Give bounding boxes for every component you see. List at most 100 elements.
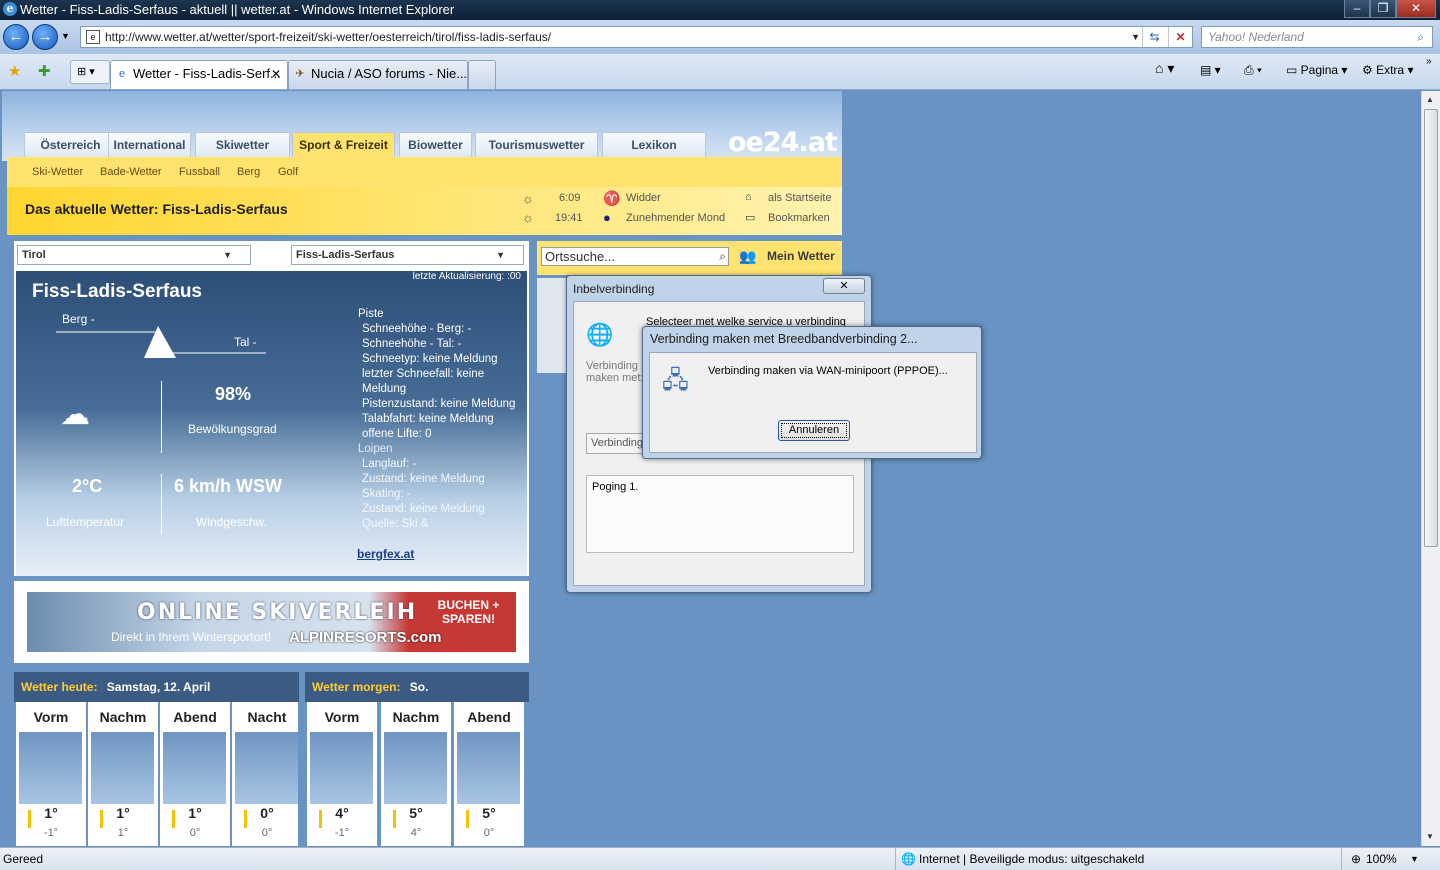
side-teaser-image[interactable] <box>537 278 567 373</box>
ad-banner[interactable]: ONLINE SKIVERLEIH Direkt in Ihrem Winter… <box>27 592 516 652</box>
favorites-star-icon[interactable]: ★ <box>8 62 21 80</box>
navigation-bar: ← → ▼ e http://www.wetter.at/wetter/spor… <box>0 20 1440 54</box>
moon-night-icon <box>457 732 520 804</box>
print-icon[interactable]: ⎙ ▾ <box>1244 63 1262 78</box>
refresh-icon[interactable]: ⇆ <box>1142 27 1166 47</box>
tomorrow-label: Wetter morgen: <box>312 680 401 694</box>
scroll-up-icon[interactable]: ▲ <box>1426 95 1434 104</box>
tab-lexikon[interactable]: Lexikon <box>602 132 706 158</box>
close-window-button[interactable]: ✕ <box>1396 0 1436 18</box>
users-icon[interactable]: 👥 <box>739 248 756 265</box>
tab-sport-freizeit[interactable]: Sport & Freizeit <box>292 132 395 159</box>
location-search-input[interactable]: Ortssuche... ⌕ <box>541 247 729 266</box>
minimize-button[interactable]: – <box>1344 0 1370 18</box>
dialog-title: Verbinding maken met Breedbandverbinding… <box>650 332 918 346</box>
bergfex-link[interactable]: bergfex.at <box>357 547 414 561</box>
moon-text: Zunehmender Mond <box>626 212 726 224</box>
region-select-value: Tirol <box>22 249 46 261</box>
new-tab-button[interactable] <box>468 60 496 89</box>
loipen-line: Langlauf: - <box>362 458 417 470</box>
bookmark-icon[interactable]: ▭ <box>745 211 755 224</box>
ad-badge: BUCHEN + SPAREN! <box>437 598 500 626</box>
subnav-fussball[interactable]: Fussball <box>179 166 220 178</box>
chevron-down-icon: ▼ <box>223 250 232 260</box>
tab-wetter[interactable]: e Wetter - Fiss-Ladis-Serf... ✕ <box>110 60 288 89</box>
zoom-icon[interactable]: ⊕ <box>1351 848 1361 870</box>
maximize-button[interactable]: ❐ <box>1370 0 1396 18</box>
my-weather-button[interactable]: Mein Wetter <box>767 249 835 263</box>
dialog-message: Verbinding maken via WAN-minipoort (PPPO… <box>708 365 948 377</box>
connection-field[interactable]: Verbinding <box>586 433 646 454</box>
more-chevron-icon[interactable]: » <box>1426 56 1432 67</box>
scroll-down-icon[interactable]: ▼ <box>1426 832 1434 841</box>
tab-biowetter[interactable]: Biowetter <box>399 132 472 158</box>
piste-line: Schneetyp: keine Meldung <box>362 353 498 365</box>
startpage-link[interactable]: als Startseite <box>768 192 832 204</box>
search-icon[interactable]: ⌕ <box>719 248 726 265</box>
dialog-title: Inbelverbinding <box>573 282 655 296</box>
sun-cloud-icon <box>310 732 373 804</box>
piste-title: Piste <box>358 308 384 320</box>
tab-skiwetter[interactable]: Skiwetter <box>195 132 290 158</box>
page-favicon-icon: e <box>86 30 100 44</box>
loipen-line: Skating: - <box>362 488 411 500</box>
search-input[interactable]: Yahoo! Nederland ⌕ <box>1201 26 1433 48</box>
forecast-high: 1° <box>44 805 58 821</box>
internet-zone-icon: 🌐 <box>901 852 916 866</box>
bookmark-link[interactable]: Bookmarken <box>768 212 830 224</box>
feeds-icon[interactable]: ▤ ▾ <box>1200 63 1221 77</box>
forecast-low: 4° <box>410 827 422 839</box>
address-dropdown-icon[interactable]: ▼ <box>1131 27 1140 47</box>
divider <box>161 474 162 534</box>
forecast-period: Vorm <box>324 709 360 725</box>
forecast-column: Nacht 0° 0° <box>232 702 298 846</box>
subnav-bade-wetter[interactable]: Bade-Wetter <box>100 166 162 178</box>
region-select[interactable]: Tirol ▼ <box>17 245 251 265</box>
subnav-berg[interactable]: Berg <box>237 166 260 178</box>
forecast-low: 1° <box>117 827 129 839</box>
add-favorite-icon[interactable]: ✚ <box>38 62 51 80</box>
tools-menu-label: Extra <box>1376 63 1405 77</box>
sun-cloud-icon <box>384 732 447 804</box>
forecast-column: Nachm 1° 1° <box>88 702 158 846</box>
sunset-time: 19:41 <box>555 212 583 224</box>
forecast-low: 0° <box>261 827 273 839</box>
home-icon[interactable]: ⌂ ▾ <box>1155 60 1174 77</box>
tab-oesterreich[interactable]: Österreich <box>24 132 117 158</box>
stop-icon[interactable]: ✕ <box>1168 27 1192 47</box>
quick-tabs-icon[interactable]: ⊞ ▾ <box>70 60 110 84</box>
zodiac-text: Widder <box>626 192 661 204</box>
tomorrow-date: So. <box>409 680 429 694</box>
site-logo[interactable]: oe24.at <box>728 127 838 158</box>
forward-button[interactable]: → <box>32 24 58 50</box>
cloud-label: Bewölkungsgrad <box>188 422 277 436</box>
zoom-level[interactable]: 100% <box>1366 848 1397 870</box>
search-icon[interactable]: ⌕ <box>1417 27 1424 47</box>
today-date: Samstag, 12. April <box>106 680 211 694</box>
search-placeholder: Yahoo! Nederland <box>1208 30 1304 44</box>
cancel-button[interactable]: Annuleren <box>778 420 850 441</box>
temperature-label: Lufttemperatur <box>46 515 125 529</box>
close-tab-icon[interactable]: ✕ <box>271 61 281 87</box>
startpage-icon[interactable]: ⌂ <box>745 191 752 203</box>
close-dialog-button[interactable]: ✕ <box>823 278 865 294</box>
tab-tourismuswetter[interactable]: Tourismuswetter <box>475 132 598 158</box>
place-select[interactable]: Fiss-Ladis-Serfaus ▼ <box>291 245 524 265</box>
page-menu[interactable]: ▭ Pagina ▾ <box>1286 63 1347 77</box>
scroll-thumb[interactable] <box>1424 109 1438 547</box>
broadband-connect-dialog: Verbinding maken met Breedbandverbinding… <box>642 326 982 459</box>
piste-line: offene Lifte: 0 <box>362 428 432 440</box>
subnav-golf[interactable]: Golf <box>278 166 298 178</box>
place-select-value: Fiss-Ladis-Serfaus <box>296 249 395 261</box>
piste-line: Talabfahrt: keine Meldung <box>362 413 494 425</box>
back-button[interactable]: ← <box>3 24 29 50</box>
tab-international[interactable]: International <box>108 132 191 158</box>
address-bar[interactable]: e http://www.wetter.at/wetter/sport-frei… <box>80 26 1193 48</box>
subnav-ski-wetter[interactable]: Ski-Wetter <box>32 166 83 178</box>
tools-menu[interactable]: ⚙ Extra ▾ <box>1362 63 1413 77</box>
history-dropdown-icon[interactable]: ▼ <box>61 31 70 41</box>
security-zone[interactable]: Internet | Beveiligde modus: uitgeschake… <box>919 848 1144 870</box>
zoom-dropdown-icon[interactable]: ▼ <box>1410 848 1419 870</box>
vertical-scrollbar[interactable]: ▲ ▼ <box>1421 91 1440 846</box>
tab-nucia[interactable]: ✈ Nucia / ASO forums - Nie... <box>288 60 468 89</box>
